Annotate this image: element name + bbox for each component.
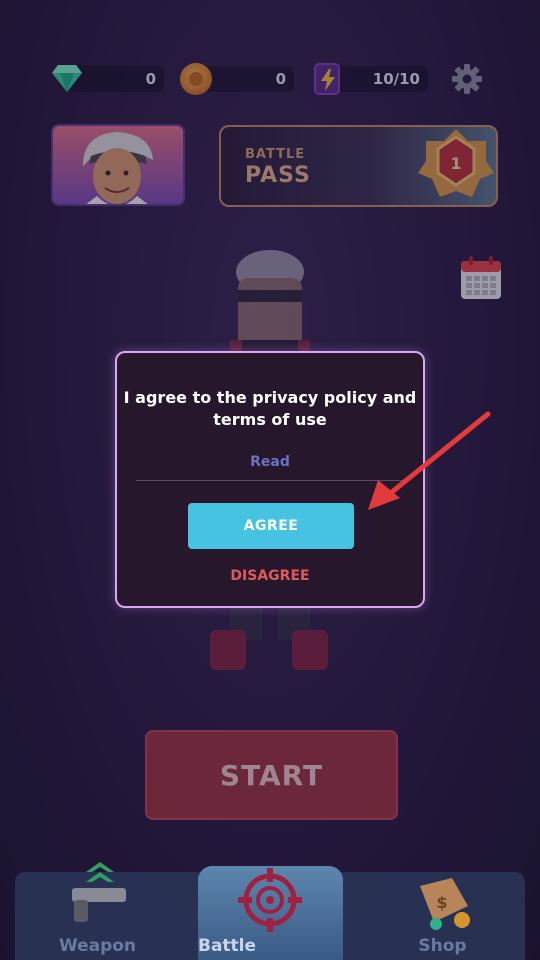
agree-button[interactable]: AGREE bbox=[188, 503, 354, 549]
tab-weapon[interactable]: Weapon bbox=[40, 862, 155, 960]
annotation-arrow-icon bbox=[368, 411, 491, 510]
weapon-icon bbox=[72, 862, 126, 922]
tab-shop-label: Shop bbox=[418, 936, 467, 956]
start-button[interactable]: START bbox=[145, 730, 398, 820]
tab-weapon-label: Weapon bbox=[58, 936, 137, 956]
tab-battle[interactable]: Battle bbox=[198, 866, 343, 960]
tab-shop[interactable]: $ Shop bbox=[385, 872, 500, 960]
shop-icon: $ bbox=[420, 878, 470, 930]
crosshair-icon bbox=[238, 868, 302, 932]
svg-text:$: $ bbox=[436, 893, 447, 912]
tab-battle-label: Battle bbox=[198, 936, 257, 956]
disagree-button[interactable]: DISAGREE bbox=[117, 568, 423, 584]
